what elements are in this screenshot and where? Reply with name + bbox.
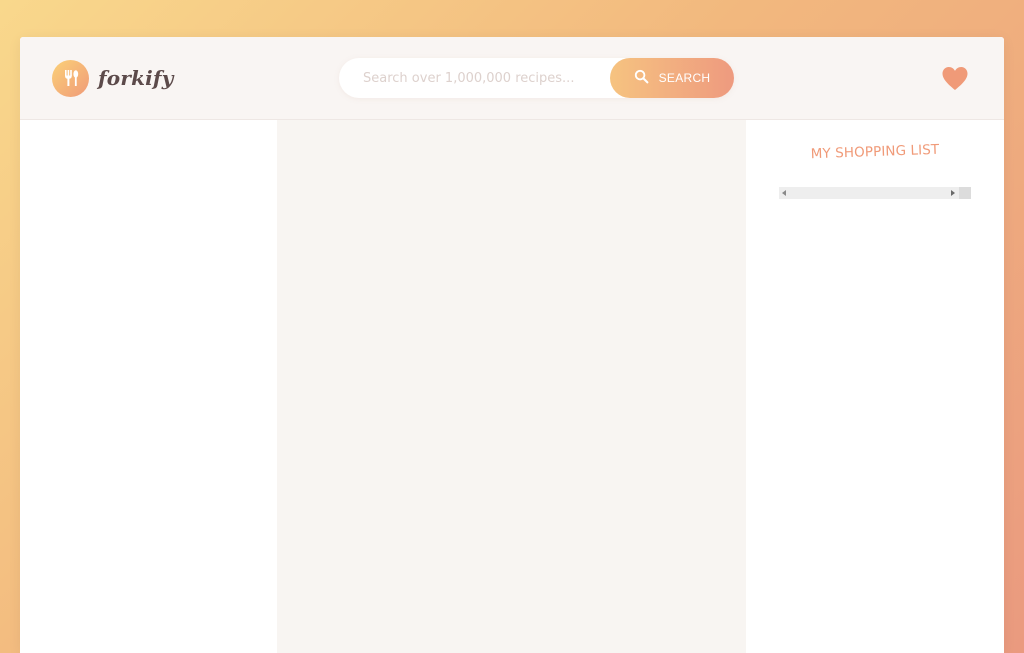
logo[interactable]: forkify	[52, 59, 174, 97]
search-icon	[634, 69, 649, 88]
search-input[interactable]	[363, 63, 608, 93]
scroll-right-arrow-icon[interactable]	[951, 190, 955, 196]
app-container: forkify SEARCH MY SHOPPING LIST	[20, 37, 1004, 653]
search-results-panel	[20, 120, 277, 653]
scroll-left-arrow-icon[interactable]	[782, 190, 786, 196]
fork-knife-icon	[52, 59, 89, 97]
search-button-label: SEARCH	[658, 71, 711, 85]
scrollbar-corner	[959, 187, 971, 199]
heart-icon[interactable]	[941, 66, 969, 95]
header: forkify SEARCH	[20, 37, 1004, 120]
shopping-list-scrollbar[interactable]	[779, 187, 971, 199]
recipe-panel	[277, 120, 746, 653]
search-form: SEARCH	[339, 58, 734, 98]
shopping-list-title: MY SHOPPING LIST	[810, 141, 940, 163]
shopping-list-panel: MY SHOPPING LIST	[746, 120, 1004, 653]
logo-text: forkify	[98, 66, 174, 90]
search-button[interactable]: SEARCH	[610, 58, 734, 98]
